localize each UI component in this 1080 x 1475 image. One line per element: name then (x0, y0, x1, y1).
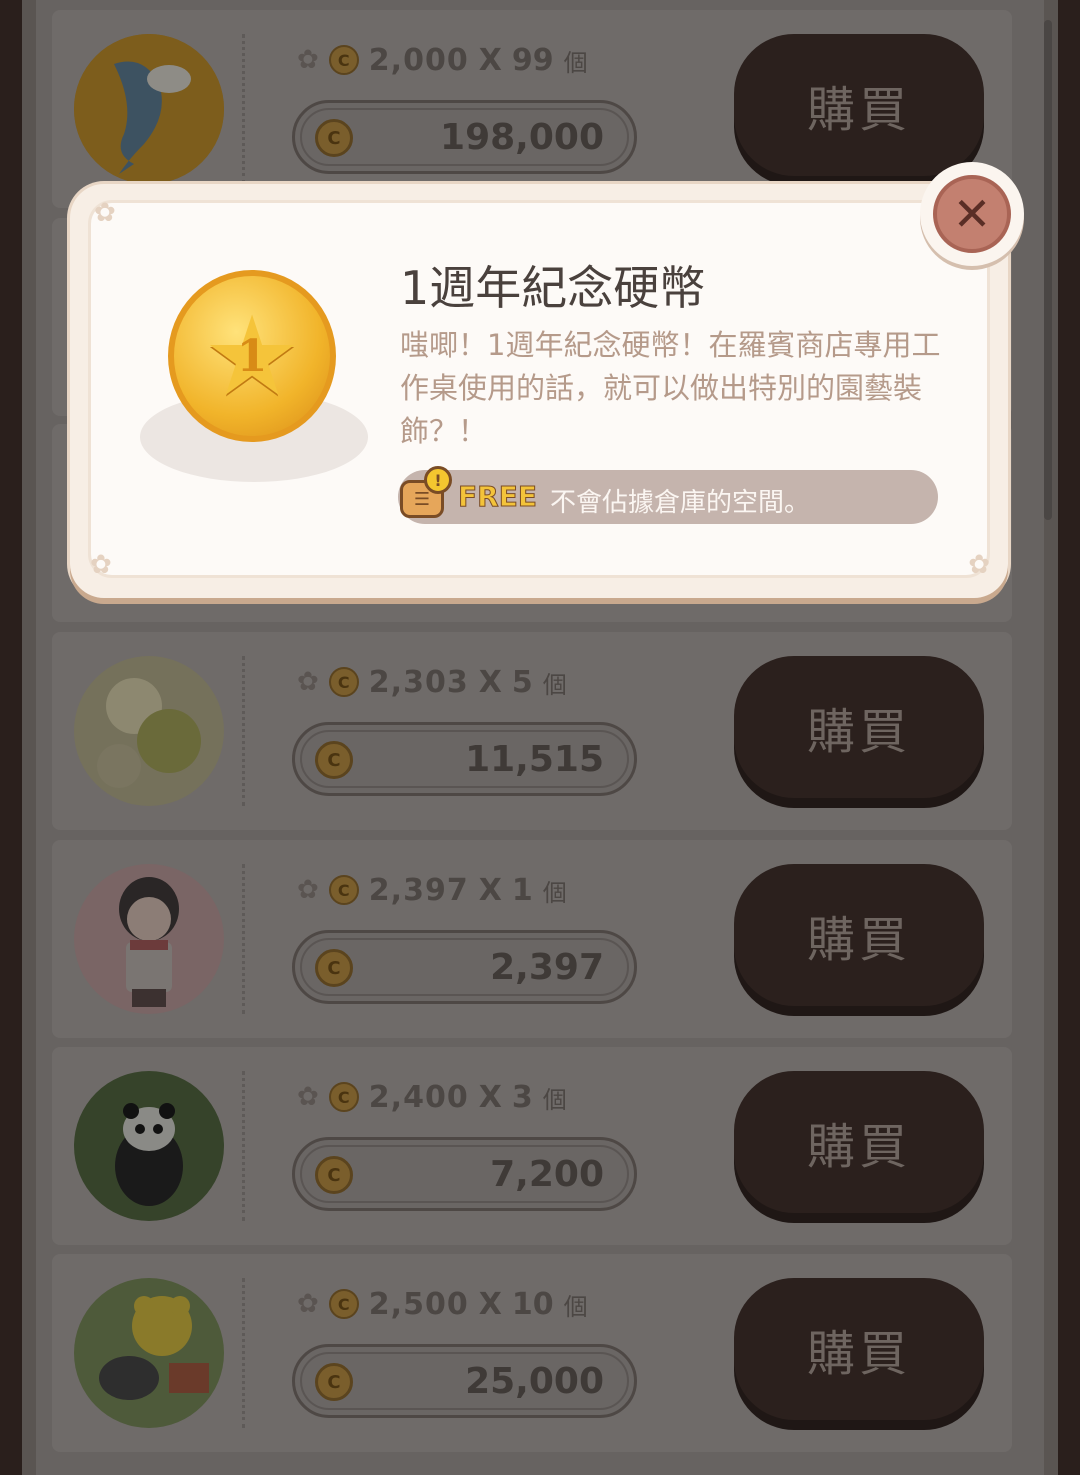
item-title: 1週年紀念硬幣 (400, 261, 706, 315)
listing-row: ✿ C 2,397 X 1 個 C 2,397 購買 (52, 840, 1012, 1038)
flower-icon: ✿ (297, 1289, 319, 1319)
buy-button[interactable]: 購買 (734, 1278, 984, 1420)
close-icon: ✕ (933, 175, 1011, 253)
flower-icon: ✿ (297, 1082, 319, 1112)
row-divider (242, 34, 245, 184)
total-price-box: C 198,000 (292, 100, 637, 174)
bear-avatar-icon (74, 1278, 224, 1428)
multiply-sign: X (478, 1286, 502, 1322)
total-price: 7,200 (490, 1154, 604, 1195)
fish-icon (74, 34, 224, 184)
buy-button[interactable]: 購買 (734, 864, 984, 1006)
multiply-sign: X (478, 42, 502, 78)
unit-label: 個 (542, 878, 567, 907)
unit-price-line: ✿ C 2,500 X 10 個 (297, 1284, 588, 1324)
quantity: 3 (511, 1079, 533, 1115)
multiply-sign: X (478, 664, 502, 700)
corner-flower-icon: ✿ (94, 198, 116, 228)
total-price-box: C 2,397 (292, 930, 637, 1004)
unit-price: 2,500 (368, 1286, 469, 1322)
frame-left (0, 0, 22, 1475)
row-divider (242, 864, 245, 1014)
coin-icon: C (315, 741, 353, 779)
storage-icon: ☰ ! (398, 466, 452, 520)
unit-price-line: ✿ C 2,000 X 99 個 (297, 40, 588, 80)
total-price: 2,397 (490, 947, 604, 988)
total-price-box: C 11,515 (292, 722, 637, 796)
flower-icon: ✿ (297, 667, 319, 697)
free-label: FREE (458, 480, 538, 514)
free-storage-text: 不會佔據倉庫的空間。 (550, 488, 811, 518)
panda-avatar-icon (74, 1071, 224, 1221)
multiply-sign: X (478, 872, 502, 908)
unit-label: 個 (563, 1292, 588, 1321)
coin-icon: C (315, 1156, 353, 1194)
coin-icon: C (315, 1363, 353, 1401)
corner-flower-icon: ✿ (968, 550, 990, 580)
unit-price: 2,397 (368, 872, 469, 908)
total-price: 198,000 (440, 117, 604, 158)
frame-right (1058, 0, 1080, 1475)
flower-icon: ✿ (297, 45, 319, 75)
row-divider (242, 1278, 245, 1428)
total-price: 25,000 (465, 1361, 604, 1402)
flower-icon: ✿ (297, 875, 319, 905)
quantity: 99 (511, 42, 554, 78)
buy-button[interactable]: 購買 (734, 34, 984, 176)
coin-icon: C (328, 667, 359, 697)
unit-price: 2,400 (368, 1079, 469, 1115)
item-description: 嗤唧！1週年紀念硬幣！在羅賓商店專用工作桌使用的話，就可以做出特別的園藝裝飾？！ (400, 328, 941, 448)
coin-number: 1 (236, 330, 268, 382)
coin-icon: C (328, 875, 359, 905)
quantity: 10 (511, 1286, 554, 1322)
total-price: 11,515 (465, 739, 604, 780)
row-divider (242, 656, 245, 806)
seller-avatar[interactable] (74, 656, 224, 806)
unit-price-line: ✿ C 2,400 X 3 個 (297, 1077, 567, 1117)
unit-label: 個 (542, 670, 567, 699)
listing-row: ✿ C 2,303 X 5 個 C 11,515 購買 (52, 632, 1012, 830)
coin-icon: C (328, 1082, 359, 1112)
coin-icon: C (328, 1289, 359, 1319)
seller-avatar[interactable] (74, 1071, 224, 1221)
total-price-box: C 25,000 (292, 1344, 637, 1418)
multiply-sign: X (478, 1079, 502, 1115)
total-price-box: C 7,200 (292, 1137, 637, 1211)
unit-price: 2,303 (368, 664, 469, 700)
anniversary-coin-icon: ★ 1 (168, 270, 336, 442)
quantity: 5 (511, 664, 533, 700)
row-divider (242, 1071, 245, 1221)
seller-avatar[interactable] (74, 864, 224, 1014)
coin-icon: C (328, 45, 359, 75)
close-button[interactable]: ✕ (920, 162, 1024, 266)
unit-label: 個 (563, 48, 588, 77)
listing-row: ✿ C 2,500 X 10 個 C 25,000 購買 (52, 1254, 1012, 1452)
flower-avatar-icon (74, 656, 224, 806)
unit-price-line: ✿ C 2,397 X 1 個 (297, 870, 567, 910)
unit-label: 個 (542, 1085, 567, 1114)
quantity: 1 (511, 872, 533, 908)
unit-price: 2,000 (368, 42, 469, 78)
coin-icon: C (315, 949, 353, 987)
listing-row: ✿ C 2,400 X 3 個 C 7,200 購買 (52, 1047, 1012, 1245)
girl-avatar-icon (74, 864, 224, 1014)
buy-button[interactable]: 購買 (734, 1071, 984, 1213)
coin-icon: C (315, 119, 353, 157)
corner-flower-icon: ✿ (90, 550, 112, 580)
buy-button[interactable]: 購買 (734, 656, 984, 798)
listing-row: ✿ C 2,000 X 99 個 C 198,000 購買 (52, 10, 1012, 208)
scrollbar[interactable] (1044, 20, 1052, 520)
unit-price-line: ✿ C 2,303 X 5 個 (297, 662, 567, 702)
seller-avatar[interactable] (74, 34, 224, 184)
seller-avatar[interactable] (74, 1278, 224, 1428)
